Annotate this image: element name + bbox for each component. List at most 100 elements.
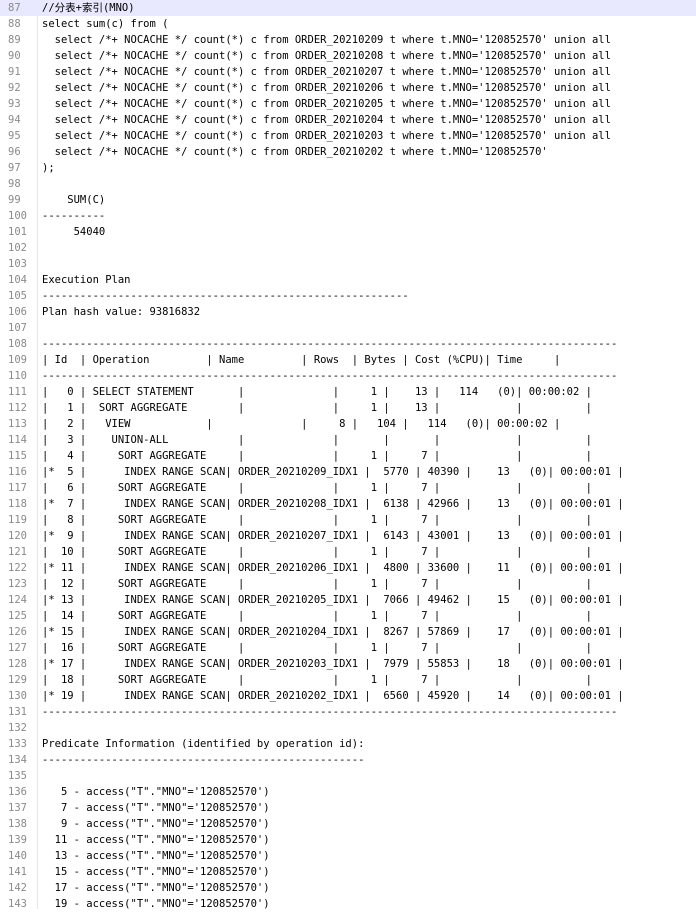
code-line[interactable]: 133 Predicate Information (identified by …: [0, 736, 696, 752]
line-number: 125: [8, 610, 27, 622]
line-text: 13 - access("T"."MNO"='120852570'): [42, 850, 270, 862]
code-line[interactable]: 114 | 3 | UNION-ALL | | | | | |: [0, 432, 696, 448]
line-number: 123: [8, 578, 27, 590]
line-number: 132: [8, 722, 27, 734]
code-line[interactable]: 103: [0, 256, 696, 272]
line-text: 54040: [42, 226, 106, 238]
code-line[interactable]: 119 | 8 | SORT AGGREGATE | | 1 | 7 | | |: [0, 512, 696, 528]
line-text: | 12 | SORT AGGREGATE | | 1 | 7 | | |: [42, 578, 592, 590]
line-number: 122: [8, 562, 27, 574]
line-number: 119: [8, 514, 27, 526]
line-number: 120: [8, 530, 27, 542]
line-number: 100: [8, 210, 27, 222]
line-text: Predicate Information (identified by ope…: [42, 738, 365, 750]
line-number: 115: [8, 450, 27, 462]
line-number: 124: [8, 594, 27, 606]
code-line[interactable]: 122 |* 11 | INDEX RANGE SCAN| ORDER_20210…: [0, 560, 696, 576]
line-number: 89: [8, 34, 21, 46]
line-text: ----------------------------------------…: [42, 706, 618, 718]
code-line[interactable]: 136 5 - access("T"."MNO"='120852570'): [0, 784, 696, 800]
line-text: select /*+ NOCACHE */ count(*) c from OR…: [42, 82, 611, 94]
code-editor[interactable]: 87 //分表+索引(MNO) 88 select sum(c) from (89 s…: [0, 0, 696, 912]
line-number: 102: [8, 242, 27, 254]
code-line[interactable]: 94 select /*+ NOCACHE */ count(*) c from…: [0, 112, 696, 128]
line-text: 19 - access("T"."MNO"='120852570'): [42, 898, 270, 910]
code-line[interactable]: 91 select /*+ NOCACHE */ count(*) c from…: [0, 64, 696, 80]
code-line[interactable]: 127 | 16 | SORT AGGREGATE | | 1 | 7 | | |: [0, 640, 696, 656]
code-line[interactable]: 130 |* 19 | INDEX RANGE SCAN| ORDER_20210…: [0, 688, 696, 704]
code-line[interactable]: 87 //分表+索引(MNO): [0, 0, 696, 16]
code-line[interactable]: 143 19 - access("T"."MNO"='120852570'): [0, 896, 696, 912]
line-text: select /*+ NOCACHE */ count(*) c from OR…: [42, 98, 611, 110]
code-line[interactable]: 110 -------------------------------------…: [0, 368, 696, 384]
code-line[interactable]: 100 ----------: [0, 208, 696, 224]
code-line[interactable]: 96 select /*+ NOCACHE */ count(*) c from…: [0, 144, 696, 160]
code-line[interactable]: 98: [0, 176, 696, 192]
line-number: 133: [8, 738, 27, 750]
code-line[interactable]: 131 -------------------------------------…: [0, 704, 696, 720]
line-text: ----------------------------------------…: [42, 754, 365, 766]
line-text: | 16 | SORT AGGREGATE | | 1 | 7 | | |: [42, 642, 592, 654]
code-line[interactable]: 102: [0, 240, 696, 256]
code-line[interactable]: 111 | 0 | SELECT STATEMENT | | 1 | 13 | 1…: [0, 384, 696, 400]
line-number: 136: [8, 786, 27, 798]
code-line[interactable]: 137 7 - access("T"."MNO"='120852570'): [0, 800, 696, 816]
code-line[interactable]: 117 | 6 | SORT AGGREGATE | | 1 | 7 | | |: [0, 480, 696, 496]
line-text: select /*+ NOCACHE */ count(*) c from OR…: [42, 114, 611, 126]
code-line[interactable]: 109 | Id | Operation | Name | Rows | Byte…: [0, 352, 696, 368]
code-line[interactable]: 132: [0, 720, 696, 736]
code-line[interactable]: 120 |* 9 | INDEX RANGE SCAN| ORDER_202102…: [0, 528, 696, 544]
code-line[interactable]: 108 -------------------------------------…: [0, 336, 696, 352]
code-line[interactable]: 101 54040: [0, 224, 696, 240]
line-number: 114: [8, 434, 27, 446]
code-line[interactable]: 106 Plan hash value: 93816832: [0, 304, 696, 320]
line-text: | 6 | SORT AGGREGATE | | 1 | 7 | | |: [42, 482, 592, 494]
code-line[interactable]: 90 select /*+ NOCACHE */ count(*) c from…: [0, 48, 696, 64]
code-line[interactable]: 115 | 4 | SORT AGGREGATE | | 1 | 7 | | |: [0, 448, 696, 464]
line-number: 97: [8, 162, 21, 174]
code-line[interactable]: 134 -------------------------------------…: [0, 752, 696, 768]
line-text: | 1 | SORT AGGREGATE | | 1 | 13 | | |: [42, 402, 592, 414]
line-text: Execution Plan: [42, 274, 131, 286]
code-line[interactable]: 140 13 - access("T"."MNO"='120852570'): [0, 848, 696, 864]
code-line[interactable]: 123 | 12 | SORT AGGREGATE | | 1 | 7 | | |: [0, 576, 696, 592]
line-text: | 3 | UNION-ALL | | | | | |: [42, 434, 592, 446]
line-text: select /*+ NOCACHE */ count(*) c from OR…: [42, 146, 548, 158]
code-line[interactable]: 107: [0, 320, 696, 336]
code-line[interactable]: 128 |* 17 | INDEX RANGE SCAN| ORDER_20210…: [0, 656, 696, 672]
line-number: 109: [8, 354, 27, 366]
code-line[interactable]: 97);: [0, 160, 696, 176]
code-line[interactable]: 129 | 18 | SORT AGGREGATE | | 1 | 7 | | |: [0, 672, 696, 688]
code-line[interactable]: 99 SUM(C): [0, 192, 696, 208]
line-text: | 2 | VIEW | | 8 | 104 | 114 (0)| 00:00:…: [42, 418, 561, 430]
line-text: |* 7 | INDEX RANGE SCAN| ORDER_20210208_…: [42, 498, 624, 510]
code-line[interactable]: 93 select /*+ NOCACHE */ count(*) c from…: [0, 96, 696, 112]
code-line[interactable]: 89 select /*+ NOCACHE */ count(*) c from…: [0, 32, 696, 48]
code-line[interactable]: 138 9 - access("T"."MNO"='120852570'): [0, 816, 696, 832]
code-line[interactable]: 118 |* 7 | INDEX RANGE SCAN| ORDER_202102…: [0, 496, 696, 512]
code-line[interactable]: 141 15 - access("T"."MNO"='120852570'): [0, 864, 696, 880]
code-line[interactable]: 126 |* 15 | INDEX RANGE SCAN| ORDER_20210…: [0, 624, 696, 640]
code-line[interactable]: 116 |* 5 | INDEX RANGE SCAN| ORDER_202102…: [0, 464, 696, 480]
code-line[interactable]: 139 11 - access("T"."MNO"='120852570'): [0, 832, 696, 848]
code-line[interactable]: 135: [0, 768, 696, 784]
code-line[interactable]: 113 | 2 | VIEW | | 8 | 104 | 114 (0)| 00:…: [0, 416, 696, 432]
line-text: | 4 | SORT AGGREGATE | | 1 | 7 | | |: [42, 450, 592, 462]
code-line[interactable]: 124 |* 13 | INDEX RANGE SCAN| ORDER_20210…: [0, 592, 696, 608]
line-text: |* 19 | INDEX RANGE SCAN| ORDER_20210202…: [42, 690, 624, 702]
line-text: //分表+索引(MNO): [42, 2, 135, 14]
line-text: | 0 | SELECT STATEMENT | | 1 | 13 | 114 …: [42, 386, 592, 398]
line-text: select /*+ NOCACHE */ count(*) c from OR…: [42, 34, 611, 46]
line-number: 104: [8, 274, 27, 286]
code-line[interactable]: 95 select /*+ NOCACHE */ count(*) c from…: [0, 128, 696, 144]
line-number: 90: [8, 50, 21, 62]
code-line[interactable]: 125 | 14 | SORT AGGREGATE | | 1 | 7 | | |: [0, 608, 696, 624]
code-line[interactable]: 105 -------------------------------------…: [0, 288, 696, 304]
code-line[interactable]: 112 | 1 | SORT AGGREGATE | | 1 | 13 | | |: [0, 400, 696, 416]
line-number: 107: [8, 322, 27, 334]
code-line[interactable]: 104 Execution Plan: [0, 272, 696, 288]
code-line[interactable]: 88 select sum(c) from (: [0, 16, 696, 32]
code-line[interactable]: 92 select /*+ NOCACHE */ count(*) c from…: [0, 80, 696, 96]
code-line[interactable]: 142 17 - access("T"."MNO"='120852570'): [0, 880, 696, 896]
code-line[interactable]: 121 | 10 | SORT AGGREGATE | | 1 | 7 | | |: [0, 544, 696, 560]
